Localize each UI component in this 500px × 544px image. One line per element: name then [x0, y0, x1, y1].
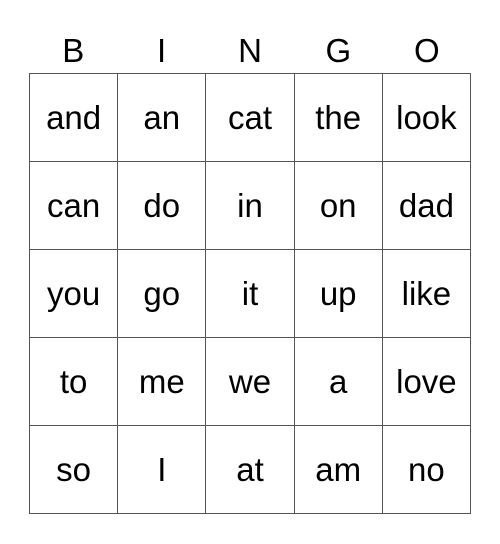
- bingo-header: B I N G O: [29, 30, 471, 72]
- bingo-grid: and an cat the look can do in on dad you…: [29, 73, 471, 514]
- header-letter-o: O: [413, 32, 440, 69]
- bingo-cell: on: [294, 162, 383, 250]
- bingo-cell: up: [294, 250, 383, 338]
- header-letter-i: I: [157, 32, 167, 69]
- bingo-cell: dad: [382, 162, 471, 250]
- bingo-cell: in: [206, 162, 295, 250]
- bingo-cell: the: [294, 74, 383, 162]
- bingo-cell: a: [294, 338, 383, 426]
- bingo-cell: can: [30, 162, 119, 250]
- bingo-cell: so: [30, 426, 119, 514]
- bingo-cell: look: [382, 74, 471, 162]
- bingo-cell: it: [206, 250, 295, 338]
- bingo-cell: like: [382, 250, 471, 338]
- bingo-cell: love: [382, 338, 471, 426]
- header-letter-g: G: [325, 32, 352, 69]
- bingo-cell: at: [206, 426, 295, 514]
- bingo-cell: an: [118, 74, 207, 162]
- bingo-cell: I: [118, 426, 207, 514]
- bingo-cell: cat: [206, 74, 295, 162]
- header-letter-b: B: [62, 32, 85, 69]
- bingo-cell: we: [206, 338, 295, 426]
- bingo-cell: me: [118, 338, 207, 426]
- bingo-cell: you: [30, 250, 119, 338]
- bingo-cell: no: [382, 426, 471, 514]
- header-letter-n: N: [238, 32, 262, 69]
- bingo-cell: and: [30, 74, 119, 162]
- bingo-cell: do: [118, 162, 207, 250]
- bingo-cell: go: [118, 250, 207, 338]
- bingo-cell: to: [30, 338, 119, 426]
- bingo-cell: am: [294, 426, 383, 514]
